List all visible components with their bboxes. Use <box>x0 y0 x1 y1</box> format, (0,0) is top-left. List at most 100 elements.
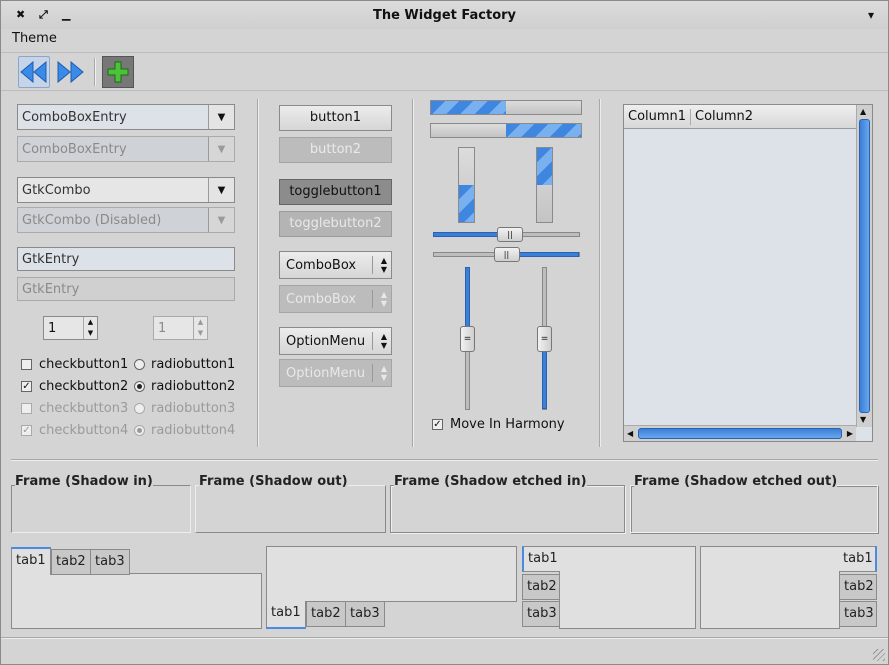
chevron-down-icon[interactable]: ▼ <box>208 178 234 202</box>
column1-header[interactable]: Column1 <box>628 109 686 124</box>
frame-shadow-etched-in: Frame (Shadow etched in) <box>390 474 625 533</box>
gtkentry-disabled-text: GtkEntry <box>22 282 80 297</box>
hscale-2[interactable]: || <box>433 247 580 262</box>
gtkcombo-disabled: GtkCombo (Disabled) ▼ <box>17 207 235 233</box>
comboboxentry-disabled-text: ComboBoxEntry <box>22 142 127 157</box>
scroll-up-icon[interactable]: ▲ <box>860 107 866 117</box>
slider-handle-icon[interactable]: = <box>460 325 475 352</box>
column-separator <box>412 99 414 447</box>
notebook-left-pane <box>559 546 696 629</box>
vscale-2[interactable]: = <box>537 267 552 410</box>
chevron-down-icon[interactable]: ▼ <box>208 105 234 129</box>
tree-header: Column1 Column2 <box>624 105 856 129</box>
rewind-icon <box>20 60 47 84</box>
scroll-down-icon[interactable]: ▼ <box>860 415 866 425</box>
notebook-bottom-tab1[interactable]: tab1 <box>266 601 306 629</box>
slider-handle-icon[interactable]: || <box>497 227 524 242</box>
notebook-right-tab3[interactable]: tab3 <box>839 601 877 627</box>
rewind-button[interactable] <box>18 56 50 88</box>
checkbox-unchecked-icon <box>21 402 32 414</box>
title-bar[interactable]: ✖ ⤢ ▁ The Widget Factory ▾ <box>1 1 888 29</box>
radio-unselected-icon <box>134 402 145 414</box>
notebook-bottom-tab2[interactable]: tab2 <box>306 601 346 627</box>
vscale-1[interactable]: = <box>460 267 475 410</box>
checkbutton4-label: checkbutton4 <box>39 422 129 438</box>
comboboxentry-text[interactable]: ComboBoxEntry <box>22 110 127 125</box>
notebook-left-tab3[interactable]: tab3 <box>522 601 560 627</box>
fast-forward-icon <box>57 60 84 84</box>
scroll-thumb[interactable] <box>859 119 870 413</box>
statusbar-separator <box>1 637 888 639</box>
fast-forward-button[interactable] <box>54 56 86 88</box>
optionmenu[interactable]: OptionMenu ▲ ▼ <box>279 327 392 355</box>
togglebutton1[interactable]: togglebutton1 <box>279 179 392 205</box>
notebook-top-pane <box>11 573 262 629</box>
hscale-1[interactable]: || <box>433 227 580 242</box>
scroll-right-icon[interactable]: ▶ <box>847 429 853 439</box>
checkbutton3: checkbutton3 <box>21 399 128 417</box>
progress-bar-horizontal-2 <box>430 123 582 138</box>
spin-arrows-icon[interactable]: ▲ ▼ <box>83 317 97 339</box>
frame-label: Frame (Shadow etched out) <box>634 474 838 489</box>
add-button[interactable] <box>102 56 134 88</box>
gtkentry[interactable]: GtkEntry <box>17 247 235 271</box>
window-menu-icon[interactable]: ▾ <box>868 9 874 21</box>
notebook-right-tab1[interactable]: tab1 <box>839 546 877 572</box>
checkbox-unchecked-icon[interactable] <box>21 358 32 370</box>
notebook-right-pane <box>700 546 840 629</box>
radiobutton4: radiobutton4 <box>134 421 235 439</box>
move-in-harmony-check[interactable]: ✓ Move In Harmony <box>432 415 565 433</box>
menu-theme[interactable]: Theme <box>12 31 57 46</box>
move-in-harmony-label: Move In Harmony <box>450 416 565 432</box>
checkbox-checked-icon[interactable]: ✓ <box>432 418 443 430</box>
radiobutton2[interactable]: radiobutton2 <box>134 377 235 395</box>
frame-label: Frame (Shadow etched in) <box>394 474 587 489</box>
gtkcombo-text[interactable]: GtkCombo <box>22 183 91 198</box>
progress-fill <box>537 148 552 185</box>
frame-shadow-in: Frame (Shadow in) <box>11 474 191 533</box>
slider-handle-icon[interactable]: || <box>493 247 520 262</box>
scroll-left-icon[interactable]: ◀ <box>627 429 633 439</box>
resize-grip-icon[interactable] <box>873 649 885 661</box>
horizontal-scrollbar[interactable]: ◀ ▶ <box>624 425 856 441</box>
gtkcombo-disabled-text: GtkCombo (Disabled) <box>22 213 162 228</box>
slider-handle-icon[interactable]: = <box>537 325 552 352</box>
combobox[interactable]: ComboBox ▲ ▼ <box>279 251 392 279</box>
frame-label: Frame (Shadow in) <box>15 474 153 489</box>
checkbutton1[interactable]: checkbutton1 <box>21 355 128 373</box>
checkbutton2[interactable]: ✓ checkbutton2 <box>21 377 128 395</box>
frame-shadow-out: Frame (Shadow out) <box>195 474 386 533</box>
column2-header[interactable]: Column2 <box>695 109 753 124</box>
notebook-left-tab1[interactable]: tab1 <box>522 546 560 572</box>
vertical-scrollbar[interactable]: ▲ ▼ <box>856 105 872 427</box>
radio-selected-icon[interactable] <box>134 380 145 392</box>
progress-bar-vertical-2 <box>536 147 553 223</box>
notebook-left-tab2[interactable]: tab2 <box>522 574 560 600</box>
optionmenu-disabled-text: OptionMenu <box>286 366 366 381</box>
optionmenu-disabled: OptionMenu ▲ ▼ <box>279 359 392 387</box>
scroll-thumb[interactable] <box>638 428 842 439</box>
button1[interactable]: button1 <box>279 105 392 131</box>
notebook-bottom-tab3[interactable]: tab3 <box>345 601 385 627</box>
tree-view[interactable]: Column1 Column2 ▲ ▼ ◀ ▶ <box>623 104 873 442</box>
radio-unselected-icon[interactable] <box>134 358 145 370</box>
checkbutton1-label: checkbutton1 <box>39 356 129 372</box>
combobox-disabled: ComboBox ▲ ▼ <box>279 285 392 313</box>
menu-bar: Theme <box>1 29 888 53</box>
notebook-right-tab2[interactable]: tab2 <box>839 574 877 600</box>
window-title: The Widget Factory <box>372 8 517 23</box>
toolbar-separator <box>94 58 96 86</box>
frame-shadow-etched-out: Frame (Shadow etched out) <box>630 474 878 533</box>
spin-button[interactable]: 1 ▲ ▼ <box>43 316 98 340</box>
notebook-top-tab1[interactable]: tab1 <box>11 547 51 575</box>
frame-label: Frame (Shadow out) <box>199 474 348 489</box>
gtkcombo[interactable]: GtkCombo ▼ <box>17 177 235 203</box>
updown-arrows-icon: ▲ ▼ <box>380 364 387 382</box>
comboboxentry[interactable]: ComboBoxEntry ▼ <box>17 104 235 130</box>
notebook-top-tab2[interactable]: tab2 <box>51 549 91 575</box>
checkbox-checked-icon[interactable]: ✓ <box>21 380 32 392</box>
radiobutton1[interactable]: radiobutton1 <box>134 355 235 373</box>
updown-arrows-icon: ▲ ▼ <box>380 256 387 274</box>
notebook-top-tab3[interactable]: tab3 <box>90 549 130 575</box>
checkbox-checked-icon: ✓ <box>21 424 32 436</box>
